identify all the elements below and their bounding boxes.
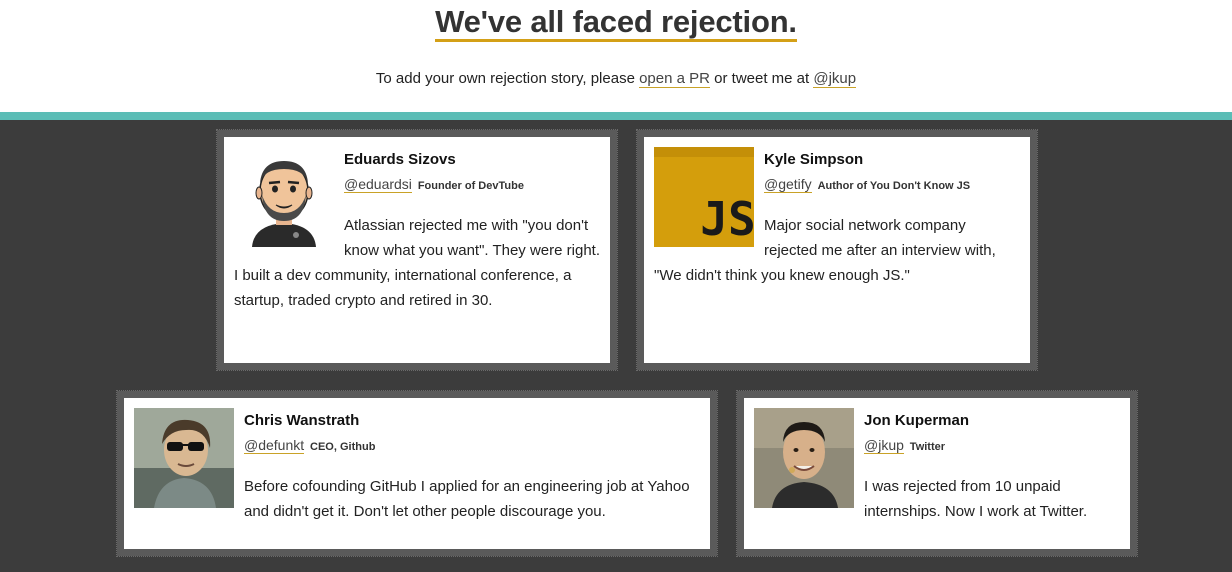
story-card-eduards: Eduards Sizovs @eduardsi Founder of DevT… — [216, 129, 618, 371]
photo-avatar — [134, 408, 234, 508]
author-role: Author of You Don't Know JS — [817, 180, 971, 192]
twitter-handle-link[interactable]: @jkup — [813, 70, 857, 88]
story-text-wrap: Before cofounding GitHub I applied for a… — [244, 474, 700, 524]
header-divider — [0, 112, 1232, 120]
photo-avatar — [754, 408, 854, 508]
story-text-wrap: I was rejected from 10 unpaid internship… — [864, 474, 1120, 524]
story-text-wrap: Atlassian rejected me with "you don't kn… — [234, 213, 600, 313]
story-card-chris: Chris Wanstrath @defunkt CEO, Github Bef… — [116, 390, 718, 557]
page-title: We've all faced rejection. — [0, 4, 1232, 42]
story-text: I was rejected from 10 unpaid internship… — [864, 478, 1088, 520]
author-meta: @getify Author of You Don't Know JS — [764, 176, 971, 193]
author-meta: @defunkt CEO, Github — [244, 437, 376, 454]
author-role: Twitter — [909, 441, 946, 453]
author-handle-link[interactable]: @getify — [764, 176, 812, 193]
story-text-wrap: Major social network company rejected me… — [654, 213, 1020, 288]
author-name: Kyle Simpson — [764, 151, 864, 168]
story-card-kyle: JS Kyle Simpson @getify Author of You Do… — [636, 129, 1038, 371]
author-handle-link[interactable]: @eduardsi — [344, 176, 412, 193]
author-role: Founder of DevTube — [417, 180, 524, 192]
story-card-jon: Jon Kuperman @jkup Twitter I was rejecte… — [736, 390, 1138, 557]
author-meta: @jkup Twitter — [864, 437, 946, 454]
story-text: Before cofounding GitHub I applied for a… — [244, 478, 690, 520]
author-name: Eduards Sizovs — [344, 151, 456, 168]
page-subtitle: To add your own rejection story, please … — [0, 70, 1232, 88]
author-meta: @eduardsi Founder of DevTube — [344, 176, 524, 193]
open-pr-link[interactable]: open a PR — [639, 70, 710, 88]
page-header: We've all faced rejection. To add your o… — [0, 0, 1232, 112]
author-name: Jon Kuperman — [864, 412, 970, 429]
author-name: Chris Wanstrath — [244, 412, 360, 429]
author-handle-link[interactable]: @jkup — [864, 437, 904, 454]
subtitle-text: To add your own rejection story, please — [375, 70, 640, 87]
author-handle-link[interactable]: @defunkt — [244, 437, 305, 454]
author-role: CEO, Github — [310, 441, 376, 453]
subtitle-text-middle: or tweet me at — [709, 70, 814, 87]
